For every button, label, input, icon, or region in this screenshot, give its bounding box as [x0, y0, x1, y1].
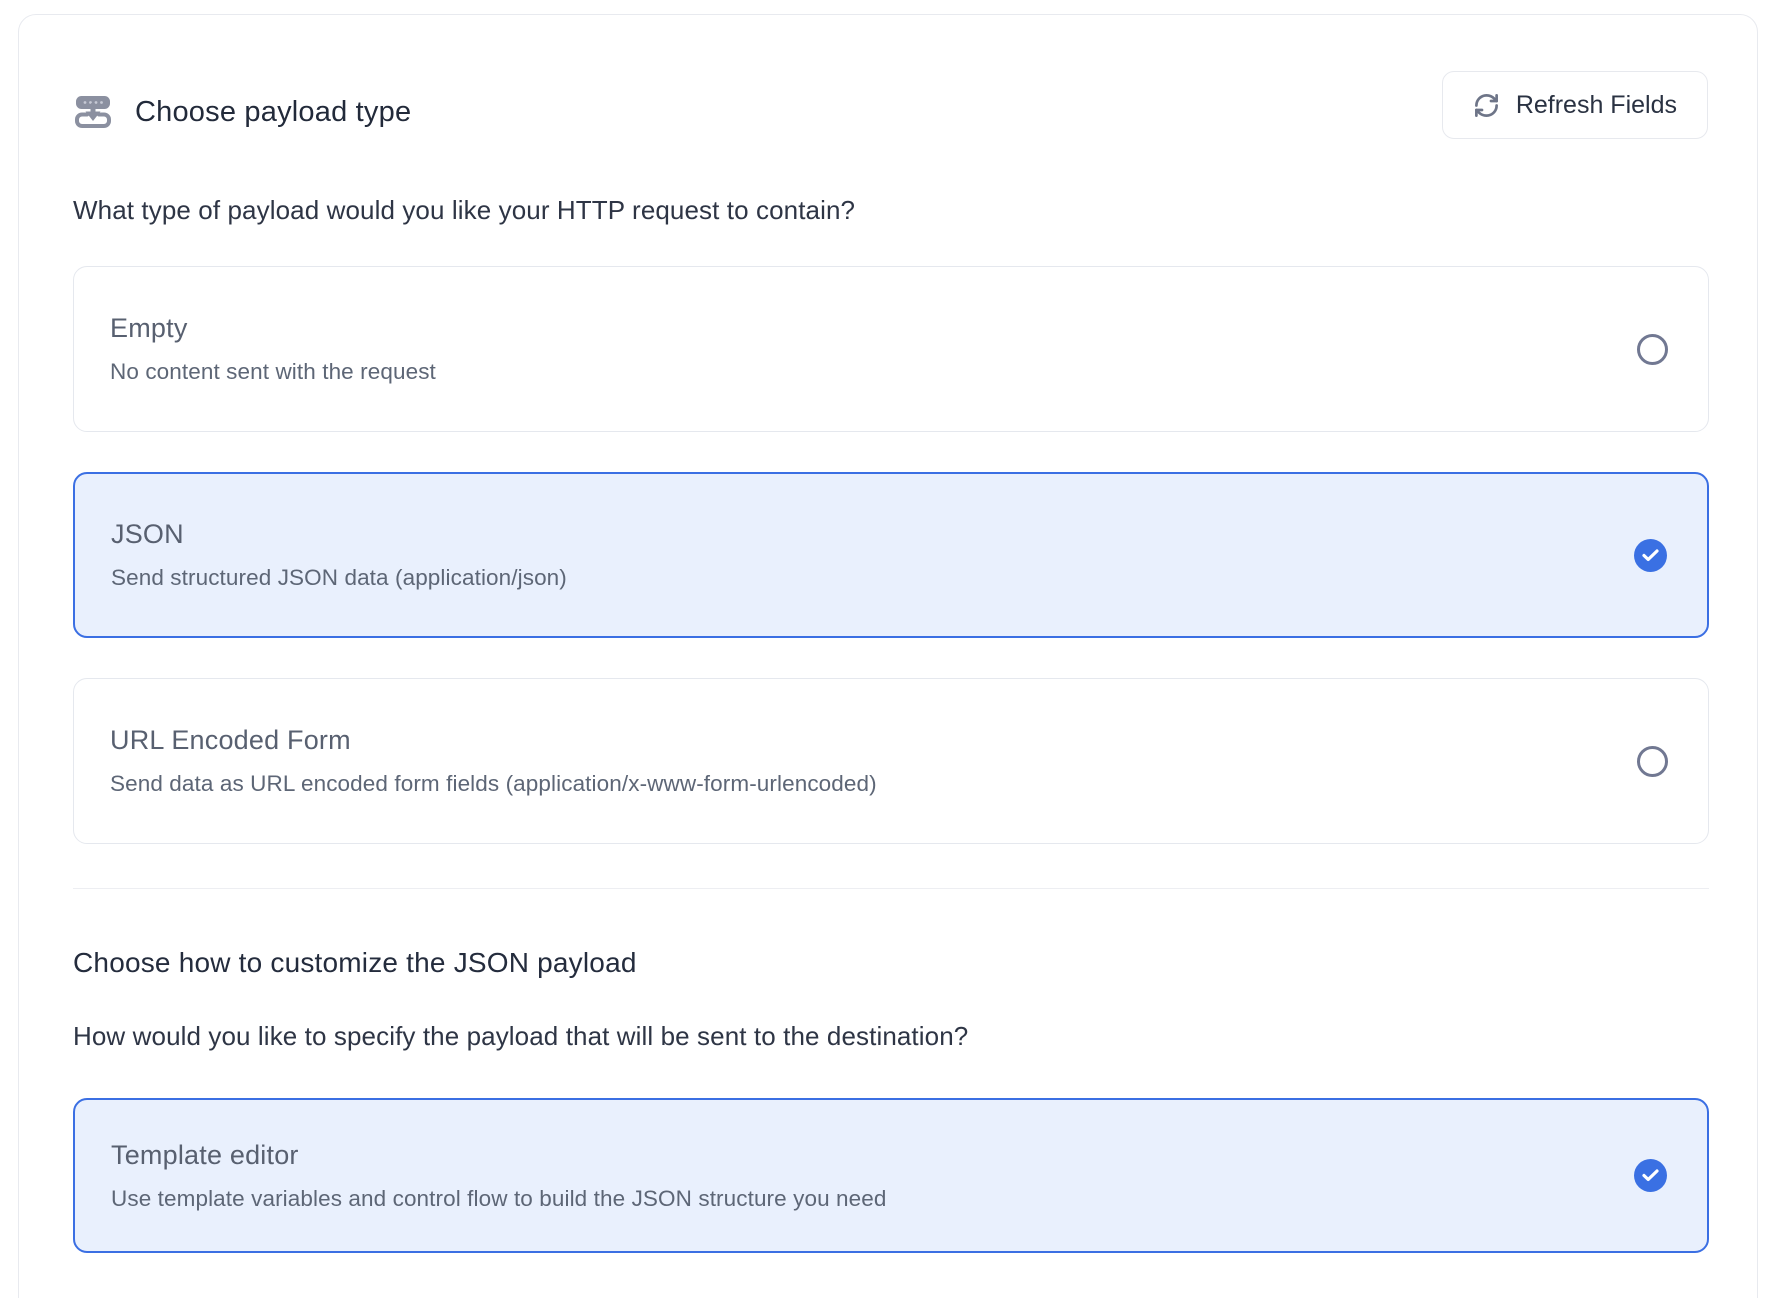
option-title: JSON: [111, 519, 567, 550]
payload-config-panel: Choose payload type Refresh Fields What …: [18, 14, 1758, 1298]
option-json[interactable]: JSON Send structured JSON data (applicat…: [73, 472, 1709, 638]
option-url-encoded-form[interactable]: URL Encoded Form Send data as URL encode…: [73, 678, 1709, 844]
option-description: Send data as URL encoded form fields (ap…: [110, 771, 877, 797]
option-title: URL Encoded Form: [110, 725, 877, 756]
option-empty[interactable]: Empty No content sent with the request: [73, 266, 1709, 432]
refresh-fields-button[interactable]: Refresh Fields: [1442, 71, 1708, 139]
payload-download-icon: [73, 93, 113, 131]
payload-type-options: Empty No content sent with the request J…: [73, 266, 1708, 844]
customize-section-heading: Choose how to customize the JSON payload: [73, 947, 1708, 979]
check-circle-icon[interactable]: [1634, 539, 1667, 572]
option-empty-text: Empty No content sent with the request: [110, 313, 436, 385]
payload-type-question: What type of payload would you like your…: [73, 195, 1708, 226]
page-title: Choose payload type: [135, 96, 411, 129]
check-circle-icon[interactable]: [1634, 1159, 1667, 1192]
refresh-fields-label: Refresh Fields: [1516, 91, 1677, 120]
option-title: Empty: [110, 313, 436, 344]
radio-circle-icon[interactable]: [1637, 746, 1668, 777]
option-template-editor-text: Template editor Use template variables a…: [111, 1140, 887, 1212]
panel-header-left: Choose payload type: [73, 71, 411, 131]
option-template-editor[interactable]: Template editor Use template variables a…: [73, 1098, 1709, 1253]
option-description: No content sent with the request: [110, 359, 436, 385]
refresh-icon: [1473, 92, 1500, 119]
option-url-encoded-text: URL Encoded Form Send data as URL encode…: [110, 725, 877, 797]
option-description: Send structured JSON data (application/j…: [111, 565, 567, 591]
option-title: Template editor: [111, 1140, 887, 1171]
customize-question: How would you like to specify the payloa…: [73, 1021, 1708, 1052]
section-divider: [73, 888, 1709, 889]
radio-circle-icon[interactable]: [1637, 334, 1668, 365]
option-json-text: JSON Send structured JSON data (applicat…: [111, 519, 567, 591]
panel-header: Choose payload type Refresh Fields: [73, 71, 1708, 147]
option-description: Use template variables and control flow …: [111, 1186, 887, 1212]
customize-options: Template editor Use template variables a…: [73, 1098, 1708, 1253]
